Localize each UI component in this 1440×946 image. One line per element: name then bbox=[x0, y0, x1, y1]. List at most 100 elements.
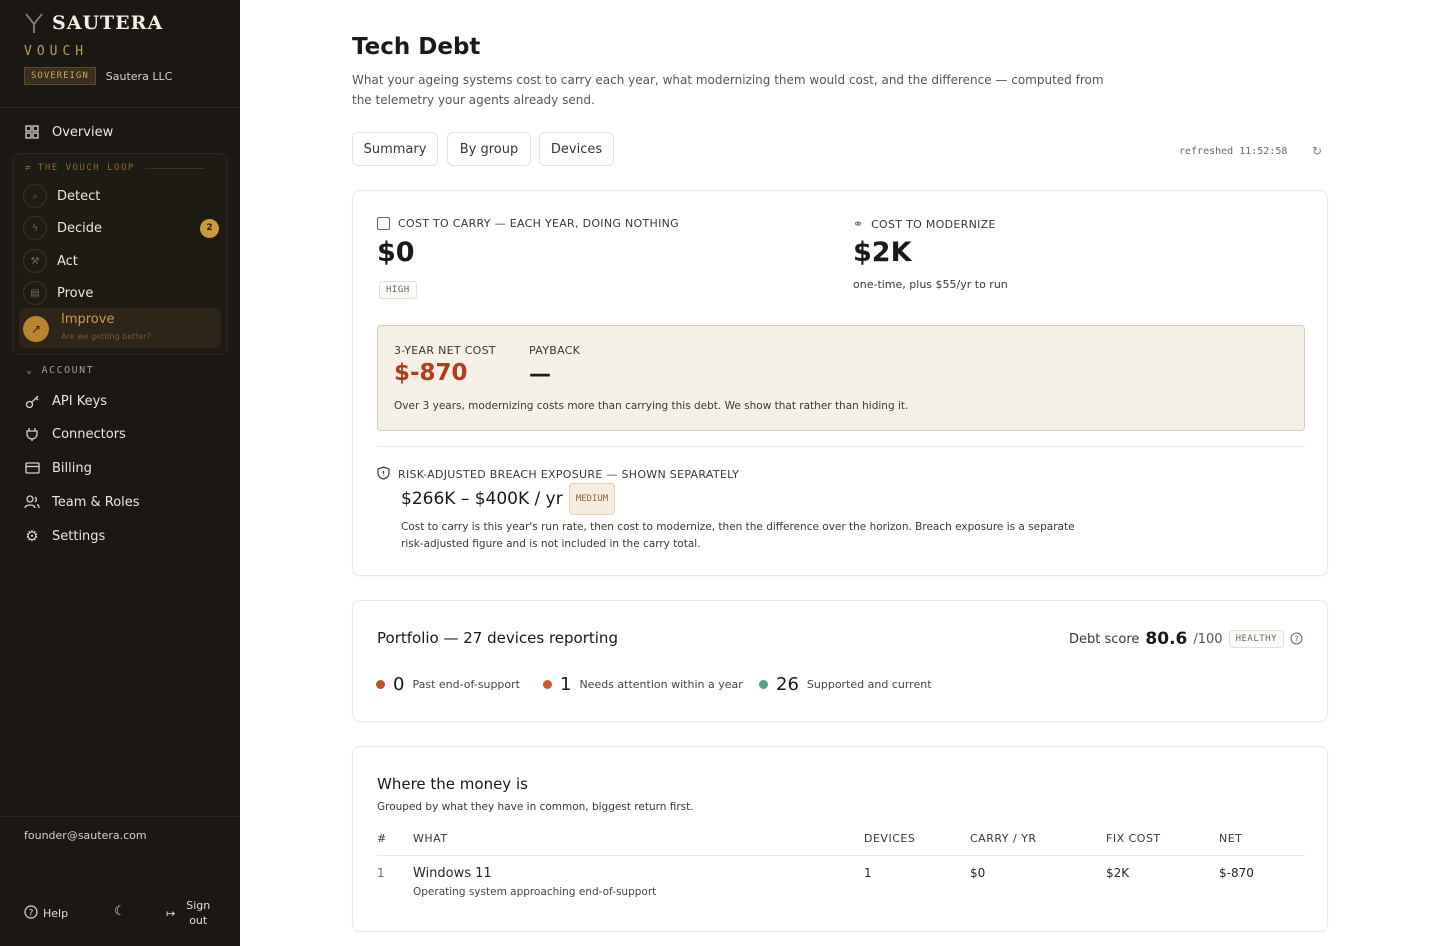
nav-improve[interactable]: ↗ Improve Are we getting better? bbox=[19, 308, 221, 348]
nav-api-keys-label: API Keys bbox=[52, 393, 108, 409]
help-icon[interactable]: ? bbox=[1290, 630, 1303, 649]
nav-act-label: Act bbox=[57, 253, 78, 269]
nav-team-roles[interactable]: Team & Roles bbox=[24, 494, 140, 510]
brand-name: SAUTERA bbox=[52, 12, 164, 34]
row-what: Windows 11 bbox=[413, 866, 492, 881]
status-dot bbox=[376, 680, 385, 689]
nav-overview[interactable]: Overview bbox=[24, 124, 113, 140]
portfolio-card: Portfolio — 27 devices reporting Debt sc… bbox=[352, 600, 1328, 722]
org-name: Sautera LLC bbox=[105, 69, 173, 83]
loop-title-text: THE VOUCH LOOP bbox=[37, 163, 135, 173]
nav-act[interactable]: ⚒ Act bbox=[23, 249, 219, 273]
divider bbox=[377, 446, 1305, 447]
row-devices: 1 bbox=[864, 866, 872, 880]
help-label: Help bbox=[43, 907, 69, 920]
row-carry: $0 bbox=[970, 866, 986, 880]
tab-devices[interactable]: Devices bbox=[539, 132, 614, 166]
brand-subtitle: VOUCH bbox=[24, 44, 89, 59]
stat-label: Past end-of-support bbox=[412, 678, 520, 691]
sidebar-footer: ? Help ☾ ↦ Sign out bbox=[24, 896, 224, 930]
tab-summary[interactable]: Summary bbox=[352, 132, 438, 166]
stat-label: Supported and current bbox=[806, 678, 932, 691]
sign-out-label-line2: out bbox=[189, 914, 208, 927]
modernize-metric-header: ⚭ COST TO MODERNIZE bbox=[853, 217, 996, 231]
grid-icon bbox=[24, 124, 40, 140]
svg-text:?: ? bbox=[1294, 634, 1298, 643]
nav-prove-label: Prove bbox=[57, 285, 94, 301]
debt-score-badge: HEALTHY bbox=[1228, 630, 1284, 648]
column-header: CARRY / YR bbox=[970, 832, 1037, 845]
moon-icon: ☾ bbox=[114, 904, 126, 919]
brand: SAUTERA VOUCH SOVEREIGN Sautera LLC bbox=[24, 12, 172, 85]
nav-decide[interactable]: ϟ Decide 2 bbox=[23, 216, 219, 240]
money-card: Where the money is Grouped by what they … bbox=[352, 746, 1328, 932]
breach-value: $266K – $400K / yr bbox=[401, 489, 563, 509]
vouch-loop: ⇄ THE VOUCH LOOP ⌕ Detect ϟ Decide 2 ⚒ A… bbox=[12, 153, 228, 355]
gear-icon: ⚙ bbox=[25, 527, 39, 545]
modernize-note: one-time, plus $55/yr to run bbox=[853, 278, 1008, 291]
nav-settings-label: Settings bbox=[52, 528, 106, 544]
nav-improve-sub: Are we getting better? bbox=[61, 332, 151, 341]
nav-billing[interactable]: Billing bbox=[24, 460, 92, 476]
stat-past-eos: 0 Past end-of-support bbox=[376, 674, 520, 695]
column-header: # bbox=[377, 832, 387, 845]
trend-icon: ↗ bbox=[23, 316, 49, 342]
sidebar: SAUTERA VOUCH SOVEREIGN Sautera LLC Over… bbox=[0, 0, 240, 946]
net-cost-value: $-870 bbox=[394, 360, 468, 386]
modernize-value: $2K bbox=[853, 237, 912, 268]
carry-metric-header: COST TO CARRY — EACH YEAR, DOING NOTHING bbox=[377, 217, 679, 230]
account-section-toggle[interactable]: ⌄ ACCOUNT bbox=[26, 365, 94, 376]
bolt-icon: ϟ bbox=[23, 216, 47, 240]
net-cost-note: Over 3 years, modernizing costs more tha… bbox=[394, 400, 909, 412]
breach-label: RISK-ADJUSTED BREACH EXPOSURE — SHOWN SE… bbox=[398, 468, 740, 481]
payback-value: — bbox=[529, 362, 551, 387]
help-icon: ? bbox=[24, 905, 38, 922]
carry-value: $0 bbox=[377, 237, 415, 268]
user-email: founder@sautera.com bbox=[24, 829, 147, 842]
row-detail: Operating system approaching end-of-supp… bbox=[413, 886, 657, 898]
loop-arrows-icon: ⇄ bbox=[25, 163, 32, 173]
summary-footnote: Cost to carry is this year's run rate, t… bbox=[401, 521, 1075, 550]
nav-prove[interactable]: ▤ Prove bbox=[23, 281, 219, 305]
status-dot bbox=[543, 680, 552, 689]
payback-label: PAYBACK bbox=[529, 344, 581, 357]
breach-row: $266K – $400K / yr MEDIUM bbox=[401, 483, 616, 515]
stat-label: Needs attention within a year bbox=[579, 678, 743, 691]
nav-improve-label: Improve bbox=[61, 312, 115, 327]
link-icon: ⚭ bbox=[853, 217, 864, 231]
stat-count: 0 bbox=[393, 674, 405, 695]
wrench-icon: ⚒ bbox=[23, 249, 47, 273]
clipboard-icon: ▤ bbox=[23, 281, 47, 305]
status-dot bbox=[759, 680, 768, 689]
breach-metric-header: RISK-ADJUSTED BREACH EXPOSURE — SHOWN SE… bbox=[377, 465, 739, 484]
refresh-icon[interactable]: ↻ bbox=[1312, 144, 1322, 158]
net-cost-label: 3-YEAR NET COST bbox=[394, 344, 496, 357]
page-description: What your ageing systems cost to carry e… bbox=[352, 73, 1104, 107]
money-title: Where the money is bbox=[377, 775, 528, 793]
help-button[interactable]: ? Help bbox=[24, 905, 68, 922]
nav-detect[interactable]: ⌕ Detect bbox=[23, 184, 219, 208]
shield-icon bbox=[377, 465, 390, 484]
page-title: Tech Debt bbox=[352, 34, 481, 60]
sign-out-button[interactable]: ↦ Sign out bbox=[166, 898, 211, 928]
search-icon: ⌕ bbox=[23, 184, 47, 208]
nav-connectors[interactable]: Connectors bbox=[24, 426, 126, 442]
tab-by-group[interactable]: By group bbox=[447, 132, 531, 166]
chevron-down-icon: ⌄ bbox=[26, 365, 34, 376]
net-cost-panel: 3-YEAR NET COST $-870 PAYBACK — Over 3 y… bbox=[377, 325, 1305, 431]
breach-severity-badge: MEDIUM bbox=[568, 483, 616, 515]
sign-out-label: Sign out bbox=[185, 898, 211, 928]
portfolio-title: Portfolio — 27 devices reporting bbox=[377, 629, 618, 647]
nav-settings[interactable]: ⚙ Settings bbox=[24, 527, 106, 545]
column-header: DEVICES bbox=[864, 832, 916, 845]
debt-score-max: /100 bbox=[1193, 631, 1223, 647]
nav-api-keys[interactable]: API Keys bbox=[24, 393, 107, 409]
theme-toggle-button[interactable]: ☾ bbox=[114, 904, 126, 919]
plug-icon bbox=[24, 426, 40, 442]
stat-count: 1 bbox=[560, 674, 572, 695]
loop-title: ⇄ THE VOUCH LOOP bbox=[25, 163, 205, 173]
column-header: NET bbox=[1219, 832, 1243, 845]
refreshed-timestamp: refreshed 11:52:58 bbox=[1179, 146, 1288, 157]
row-net: $-870 bbox=[1219, 866, 1254, 880]
debt-score-label: Debt score bbox=[1068, 631, 1140, 647]
